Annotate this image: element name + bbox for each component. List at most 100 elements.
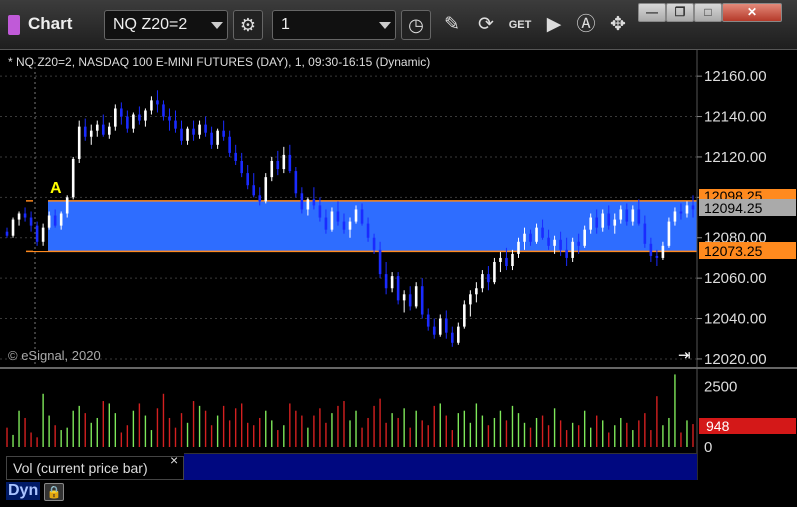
- candle-up: [601, 213, 605, 228]
- candle-down: [252, 185, 256, 196]
- candle-up: [481, 274, 484, 289]
- candle-down: [372, 237, 376, 250]
- clock-icon[interactable]: ◷: [401, 10, 431, 40]
- restore-button[interactable]: ❐: [666, 3, 694, 22]
- jump-to-end-icon[interactable]: ⇥: [678, 346, 691, 364]
- volume-badge-value: 948: [706, 418, 730, 434]
- candle-up: [475, 288, 478, 295]
- chart-app-icon: [8, 15, 20, 35]
- chart-status-text: * NQ Z20=2, NASDAQ 100 E-MINI FUTURES (D…: [8, 55, 431, 69]
- candle-up: [414, 286, 418, 307]
- candle-down: [529, 233, 532, 242]
- candle-down: [649, 243, 653, 256]
- candle-down: [192, 128, 195, 135]
- candle-down: [505, 257, 508, 267]
- time-axis-bar: [0, 480, 797, 507]
- symbol-field[interactable]: NQ Z20=2: [104, 10, 228, 40]
- settings-icon[interactable]: ⚙: [233, 10, 263, 40]
- candle-down: [378, 249, 382, 275]
- candle-down: [426, 314, 430, 327]
- candle-up: [438, 318, 442, 335]
- esignal-watermark: © eSignal, 2020: [8, 348, 101, 363]
- candle-down: [679, 211, 683, 214]
- lock-icon[interactable]: 🔒: [44, 483, 64, 501]
- maximize-button[interactable]: □: [694, 3, 722, 22]
- candle-down: [204, 124, 207, 133]
- chart-style-icon[interactable]: ⟳: [471, 10, 501, 40]
- candle-down: [559, 239, 562, 250]
- candle-up: [589, 217, 592, 230]
- candle-up: [493, 261, 496, 283]
- candle-down: [246, 173, 250, 186]
- get-icon[interactable]: GET: [505, 10, 535, 40]
- candle-up: [114, 108, 117, 127]
- candle-down: [180, 128, 183, 141]
- candle-up: [95, 124, 99, 131]
- interval-dropdown-icon[interactable]: [379, 22, 391, 29]
- candle-down: [450, 332, 454, 343]
- candle-up: [348, 221, 352, 230]
- candle-down: [396, 276, 400, 301]
- candle-up: [354, 209, 358, 222]
- candle-down: [312, 199, 316, 206]
- candle-up: [41, 227, 45, 242]
- candle-up: [65, 197, 69, 214]
- candle-down: [210, 132, 213, 145]
- candle-down: [625, 209, 629, 222]
- candle-up: [619, 209, 623, 220]
- candle-down: [691, 205, 695, 210]
- last-price-value: 12094.25: [704, 200, 763, 216]
- candle-down: [655, 255, 659, 258]
- chart-canvas[interactable]: A 12160.0012140.0012120.0012100.0012080.…: [0, 50, 797, 507]
- volume-study-tab[interactable]: Vol (current price bar): [6, 456, 184, 480]
- alert-icon[interactable]: Ⓐ: [571, 10, 601, 40]
- candle-down: [324, 217, 328, 230]
- candle-up: [59, 213, 63, 226]
- candle-up: [661, 245, 665, 258]
- close-button[interactable]: ✕: [722, 3, 782, 22]
- candle-down: [595, 217, 599, 228]
- candle-down: [637, 209, 641, 224]
- candle-up: [17, 213, 21, 220]
- candle-down: [162, 104, 165, 117]
- dynamic-mode-label[interactable]: Dyn: [6, 482, 41, 500]
- move-icon[interactable]: ✥: [603, 10, 633, 40]
- candle-down: [384, 274, 388, 289]
- candle-down: [228, 136, 231, 153]
- study-close-icon[interactable]: ×: [170, 452, 178, 468]
- candle-down: [138, 114, 141, 121]
- lower-zone-value: 12073.25: [704, 243, 763, 259]
- interval-field[interactable]: 1: [272, 10, 396, 40]
- play-icon[interactable]: ▶: [539, 10, 569, 40]
- title-bar: Chart NQ Z20=2 ⚙ 1 ◷ ✎ ⟳ GET ▶ Ⓐ ✥ — ❐ □…: [0, 0, 797, 50]
- candle-down: [607, 213, 611, 226]
- candle-up: [673, 211, 677, 222]
- candle-down: [336, 211, 340, 222]
- candle-down: [53, 215, 57, 226]
- candle-down: [366, 223, 370, 238]
- candle-down: [408, 294, 412, 307]
- candle-down: [29, 217, 33, 226]
- candle-down: [35, 225, 39, 242]
- candle-down: [288, 154, 292, 172]
- candle-up: [571, 241, 574, 258]
- candle-down: [234, 152, 237, 161]
- candle-up: [463, 304, 466, 327]
- candle-down: [342, 221, 346, 230]
- candle-up: [186, 128, 189, 141]
- price-label: 12140.00: [704, 109, 767, 126]
- candle-up: [523, 233, 526, 242]
- candle-down: [487, 274, 490, 283]
- symbol-dropdown-icon[interactable]: [211, 22, 223, 29]
- volume-label: 2500: [704, 379, 737, 396]
- minimize-button[interactable]: —: [638, 3, 666, 22]
- candle-down: [294, 171, 298, 194]
- price-label: 12060.00: [704, 270, 767, 287]
- candle-down: [577, 241, 580, 246]
- candle-up: [535, 227, 538, 242]
- study-pane-bar: [184, 453, 697, 480]
- candle-down: [168, 116, 171, 121]
- candle-down: [643, 223, 647, 244]
- pencil-icon[interactable]: ✎: [437, 10, 467, 40]
- volume-bars: [6, 374, 694, 447]
